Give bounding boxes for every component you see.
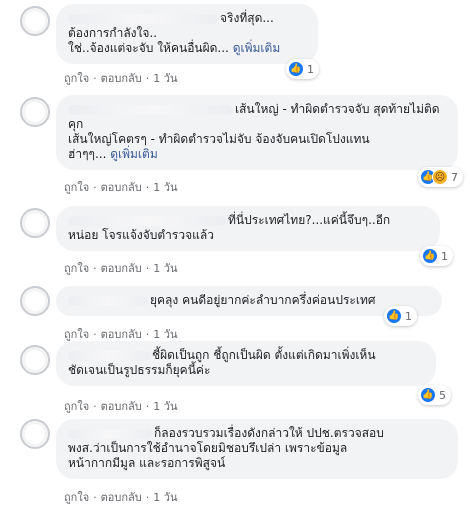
like-button[interactable]: ถูกใจ — [64, 397, 89, 415]
avatar[interactable] — [20, 6, 50, 36]
comment-time: 1 วัน — [153, 400, 178, 413]
separator-dot: · — [93, 400, 97, 413]
separator-dot: · — [145, 181, 150, 194]
reply-button[interactable]: ตอบกลับ — [101, 69, 142, 87]
comment-time: 1 วัน — [153, 181, 178, 194]
comment-text-line: พงส.ว่าเป็นการใช้อำนาจโดยมิชอบรึเปล่า เพ… — [68, 441, 348, 455]
comment-text-line: เส้นใหญ่โคตรๆ - ทำผิดตำรวจไม่จับ จ้องจับ… — [68, 132, 370, 146]
separator-dot: · — [93, 72, 97, 85]
reaction-count: 1 — [441, 249, 448, 263]
reply-button[interactable]: ตอบกลับ — [101, 178, 142, 196]
separator-dot: · — [93, 328, 97, 341]
comment-bubble: จริงที่สุด... ต้องการกำลังใจ.. ใช่..จ้อง… — [56, 4, 318, 64]
see-more-link[interactable]: ดูเพิ่มเติม — [110, 147, 158, 161]
comment-text-line: ชี้ผิดเป็นถูก ชี้ถูกเป็นผิด ตั้งแต่เกิดม… — [152, 348, 376, 362]
comment-text-line: ใช่..จ้องแต่จะจับ ให้คนอื่นผิด... — [68, 41, 233, 55]
like-button[interactable]: ถูกใจ — [64, 69, 89, 87]
separator-dot: · — [145, 491, 150, 504]
comment-actions: ถูกใจ · ตอบกลับ · 1 วัน — [64, 69, 177, 87]
avatar[interactable] — [20, 286, 50, 316]
comment-text-line: จริงที่สุด... — [220, 11, 274, 25]
comment-actions: ถูกใจ · ตอบกลับ · 1 วัน — [64, 178, 177, 196]
separator-dot: · — [145, 262, 150, 275]
comment-actions: ถูกใจ · ตอบกลับ · 1 วัน — [64, 397, 177, 415]
comment-actions: ถูกใจ · ตอบกลับ · 1 วัน — [64, 488, 177, 506]
reaction-count: 7 — [451, 170, 458, 184]
commenter-name[interactable] — [68, 13, 218, 24]
comment-text-line: ยุคลุง คนดีอยู่ยากค่ะลำบากครึ่งค่อนประเท… — [150, 293, 376, 307]
like-button[interactable]: ถูกใจ — [64, 178, 89, 196]
comment-time: 1 วัน — [153, 491, 178, 504]
reaction-count: 1 — [405, 309, 412, 323]
commenter-name[interactable] — [68, 350, 150, 361]
thumbs-up-icon: 👍 — [422, 248, 438, 264]
comment-bubble: เส้นใหญ่ - ทำผิดตำรวจจับ สุดท้ายไม่ติด ค… — [56, 95, 458, 170]
comment-text-line: ชัดเจนเป็นรูปธรรมก็ยุคนี้ค่ะ — [68, 363, 211, 377]
avatar[interactable] — [20, 419, 50, 449]
comment-text-line: ฮ่าๆๆ... — [68, 147, 111, 161]
reaction-count: 1 — [307, 62, 314, 76]
comment-bubble: ที่นี่ประเทศไทย?...แค่นี้จึบๆ..อีก หน่อย… — [56, 206, 440, 251]
see-more-link[interactable]: ดูเพิ่มเติม — [233, 41, 281, 55]
reaction-count: 5 — [439, 388, 446, 402]
reaction-summary[interactable]: 👍 ☹ 7 — [418, 167, 463, 187]
reaction-summary[interactable]: 👍 1 — [286, 59, 319, 79]
comment-bubble: ก็ลองรวบรวมเรื่องดังกล่าวให้ ปปช.ตรวจสอบ… — [56, 419, 458, 479]
separator-dot: · — [93, 262, 97, 275]
reaction-summary[interactable]: 👍 5 — [418, 385, 451, 405]
like-button[interactable]: ถูกใจ — [64, 488, 89, 506]
avatar[interactable] — [20, 208, 50, 238]
reply-button[interactable]: ตอบกลับ — [101, 259, 142, 277]
comment-text-line: หน้ากากมีมูล และรอการพิสูจน์ — [68, 456, 226, 470]
separator-dot: · — [145, 328, 150, 341]
separator-dot: · — [145, 72, 150, 85]
comment-text-line: หน่อย โจรแจ้งจับตำรวจแล้ว — [68, 228, 214, 242]
comment-text-line: คุก — [68, 117, 84, 131]
separator-dot: · — [145, 400, 150, 413]
comment-text-line: ที่นี่ประเทศไทย?...แค่นี้จึบๆ..อีก — [228, 213, 391, 227]
reaction-summary[interactable]: 👍 1 — [384, 306, 417, 326]
separator-dot: · — [93, 181, 97, 194]
comment-text-line: เส้นใหญ่ - ทำผิดตำรวจจับ สุดท้ายไม่ติด — [235, 102, 440, 116]
commenter-name[interactable] — [68, 428, 152, 439]
reply-button[interactable]: ตอบกลับ — [101, 397, 142, 415]
reply-button[interactable]: ตอบกลับ — [101, 488, 142, 506]
comment-actions: ถูกใจ · ตอบกลับ · 1 วัน — [64, 259, 177, 277]
thumbs-up-icon: 👍 — [420, 387, 436, 403]
avatar[interactable] — [20, 345, 50, 375]
comment-bubble: ชี้ผิดเป็นถูก ชี้ถูกเป็นผิด ตั้งแต่เกิดม… — [56, 341, 436, 386]
thumbs-up-icon: 👍 — [288, 61, 304, 77]
comment-time: 1 วัน — [153, 72, 178, 85]
comment-text-line: ก็ลองรวบรวมเรื่องดังกล่าวให้ ปปช.ตรวจสอบ — [154, 426, 384, 440]
comment-time: 1 วัน — [153, 262, 178, 275]
separator-dot: · — [93, 491, 97, 504]
thumbs-up-icon: 👍 — [386, 308, 402, 324]
commenter-name[interactable] — [68, 104, 233, 115]
commenter-name[interactable] — [68, 295, 148, 306]
sad-face-icon: ☹ — [432, 169, 448, 185]
avatar[interactable] — [20, 97, 50, 127]
like-button[interactable]: ถูกใจ — [64, 259, 89, 277]
comment-text-line: ต้องการกำลังใจ.. — [68, 26, 158, 40]
reaction-summary[interactable]: 👍 1 — [420, 246, 453, 266]
commenter-name[interactable] — [68, 215, 226, 226]
